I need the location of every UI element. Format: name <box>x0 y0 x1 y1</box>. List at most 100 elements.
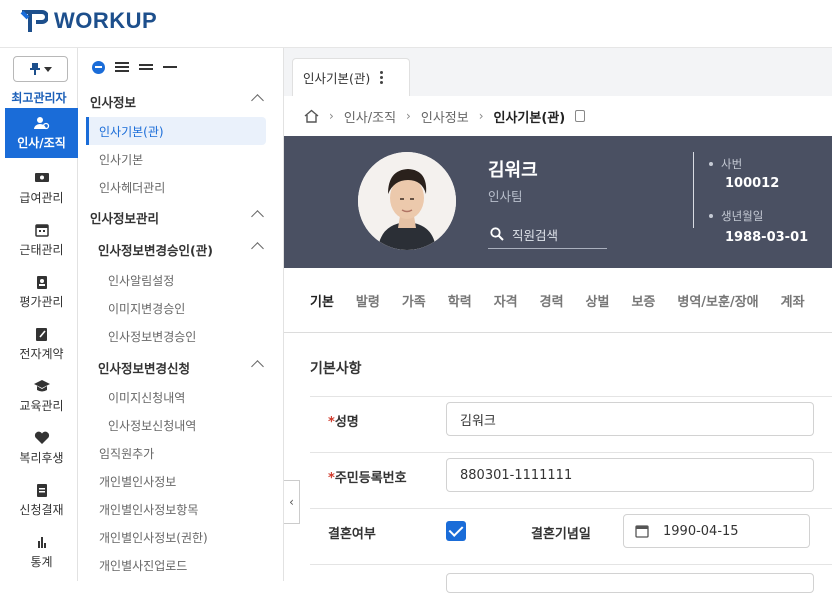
role-label: 최고관리자 <box>11 91 67 105</box>
menu-section-hr-manage[interactable]: 인사정보관리 <box>78 203 284 231</box>
form-row-name: *성명 김워크 <box>310 396 832 440</box>
tab-account[interactable]: 계좌 <box>781 291 805 310</box>
search-placeholder: 직원검색 <box>512 227 559 243</box>
birth-value: 1988-03-01 <box>725 230 809 245</box>
content-panel: 기본 발령 가족 학력 자격 경력 상벌 보증 병역/보훈/장애 계좌 기본사항… <box>284 268 832 593</box>
collapse-all-icon[interactable] <box>92 60 105 74</box>
form-row-rrn: *주민등록번호 880301-1111111 <box>310 452 832 496</box>
employee-search[interactable]: 직원검색 <box>488 220 607 249</box>
menu-item-image-approval[interactable]: 이미지변경승인 <box>78 294 284 322</box>
menu-label: 개인별사진업로드 <box>99 558 188 573</box>
menu-label: 인사정보 <box>90 94 137 110</box>
rail-item-attendance[interactable]: 근태관리 <box>5 215 78 265</box>
anniversary-label: 결혼기념일 <box>531 527 591 542</box>
list-minimal-icon[interactable] <box>163 60 177 74</box>
menu-label: 개인별인사정보(권한) <box>99 530 208 545</box>
chevron-up-icon <box>251 242 264 255</box>
menu-label: 인사헤더관리 <box>99 180 166 195</box>
rail-item-label: 평가관리 <box>19 294 64 309</box>
rail-item-approval[interactable]: 신청결재 <box>5 475 78 525</box>
form-row-marriage: 결혼여부 결혼기념일 1990-04-15 <box>310 508 832 552</box>
tab-career[interactable]: 경력 <box>540 291 564 310</box>
menu-subsection-change-request[interactable]: 인사정보변경신청 <box>78 353 284 381</box>
tab-hr-basic-admin[interactable]: 인사기본(관) <box>292 58 410 96</box>
list-medium-icon[interactable] <box>139 60 153 74</box>
collapse-menu-button[interactable]: ‹ <box>284 480 300 524</box>
profile-header: 김워크 인사팀 직원검색 사번 100012 생년월일 1988-03-01 <box>284 136 832 268</box>
menu-label: 인사정보변경승인 <box>108 329 197 344</box>
approval-icon <box>36 483 47 497</box>
menu-subsection-change-approval[interactable]: 인사정보변경승인(관) <box>78 235 284 263</box>
menu-item-photo-upload[interactable]: 개인별사진업로드 <box>78 551 284 579</box>
menu-item-info-requests[interactable]: 인사정보신청내역 <box>78 411 284 439</box>
married-checkbox[interactable] <box>446 521 466 541</box>
menu-item-personal-info-fields[interactable]: 개인별인사정보항목 <box>78 495 284 523</box>
menu-item-notify-settings[interactable]: 인사알림설정 <box>78 266 284 294</box>
menu-item-hr-header[interactable]: 인사헤더관리 <box>78 173 284 201</box>
tab-basic[interactable]: 기본 <box>310 291 334 310</box>
name-label: *성명 <box>328 415 359 430</box>
married-label: 결혼여부 <box>328 527 376 542</box>
breadcrumb-item[interactable]: 인사정보 <box>421 107 469 126</box>
rail-item-education[interactable]: 교육관리 <box>5 371 78 421</box>
tab-education[interactable]: 학력 <box>448 291 472 310</box>
rail-item-contract[interactable]: 전자계약 <box>5 319 78 369</box>
expand-list-icon[interactable] <box>115 60 129 74</box>
menu-label: 인사기본(관) <box>99 124 164 139</box>
breadcrumb-current: 인사기본(관) <box>493 110 566 126</box>
tab-military[interactable]: 병역/보훈/장애 <box>677 291 758 310</box>
tab-appointment[interactable]: 발령 <box>356 291 380 310</box>
menu-label: 인사알림설정 <box>108 273 175 288</box>
rail-item-label: 통계 <box>30 554 53 569</box>
tab-guarantee[interactable]: 보증 <box>631 291 655 310</box>
chevron-right-icon: › <box>329 109 334 123</box>
menu-label: 인사기본 <box>99 152 144 167</box>
calendar-icon <box>34 223 49 237</box>
tab-license[interactable]: 자격 <box>494 291 518 310</box>
name-field[interactable]: 김워크 <box>446 402 814 436</box>
rail-item-hr[interactable]: 인사/조직 <box>5 108 78 158</box>
menu-label: 이미지변경승인 <box>108 301 186 316</box>
rail-item-welfare[interactable]: 복리후생 <box>5 423 78 473</box>
rrn-field[interactable]: 880301-1111111 <box>446 458 814 492</box>
menu-item-info-approval[interactable]: 인사정보변경승인 <box>78 322 284 350</box>
menu-label: 이미지신청내역 <box>108 390 186 405</box>
menu-item-add-employee[interactable]: 임직원추가 <box>78 439 284 467</box>
menu-item-hr-basic-admin[interactable]: 인사기본(관) <box>86 117 266 145</box>
home-icon[interactable] <box>304 109 319 123</box>
menu-tools <box>92 60 177 74</box>
menu-item-personal-info[interactable]: 개인별인사정보 <box>78 467 284 495</box>
avatar[interactable] <box>358 152 456 250</box>
divider <box>693 152 694 228</box>
menu-item-hr-basic[interactable]: 인사기본 <box>78 145 284 173</box>
money-icon <box>34 172 49 182</box>
rail-item-label: 복리후생 <box>19 450 64 465</box>
graduation-cap-icon <box>33 379 50 391</box>
menu-section-hr-info[interactable]: 인사정보 <box>78 87 284 115</box>
emp-no-value: 100012 <box>725 176 780 191</box>
copy-icon[interactable] <box>575 110 586 122</box>
role-select[interactable] <box>13 56 68 82</box>
tab-reward[interactable]: 상벌 <box>586 291 610 310</box>
rail-item-evaluation[interactable]: 평가관리 <box>5 267 78 317</box>
more-vertical-icon[interactable] <box>380 71 384 84</box>
next-field[interactable] <box>446 573 814 593</box>
logo[interactable]: WORKUP <box>18 6 157 36</box>
menu-item-personal-info-auth[interactable]: 개인별인사정보(권한) <box>78 523 284 551</box>
breadcrumb-item[interactable]: 인사/조직 <box>344 107 396 126</box>
rail-item-statistics[interactable]: 통계 <box>5 527 78 577</box>
menu-item-image-requests[interactable]: 이미지신청내역 <box>78 383 284 411</box>
menu-label: 인사정보변경신청 <box>98 360 191 376</box>
employee-name: 김워크 <box>488 160 538 181</box>
chevron-up-icon <box>251 210 264 223</box>
anniversary-date-field[interactable]: 1990-04-15 <box>623 514 810 548</box>
breadcrumb: › 인사/조직 › 인사정보 › 인사기본(관) <box>284 96 832 136</box>
module-rail: 최고관리자 인사/조직 급여관리 근태관리 평가관리 전자계약 교육관리 복리후… <box>0 48 78 581</box>
menu-label: 개인별인사정보항목 <box>99 502 199 517</box>
people-icon <box>33 116 49 129</box>
rrn-label: *주민등록번호 <box>328 471 407 486</box>
rail-item-payroll[interactable]: 급여관리 <box>5 163 78 213</box>
chevron-up-icon <box>251 360 264 373</box>
tab-family[interactable]: 가족 <box>402 291 426 310</box>
tab-strip: 인사기본(관) <box>284 48 832 96</box>
